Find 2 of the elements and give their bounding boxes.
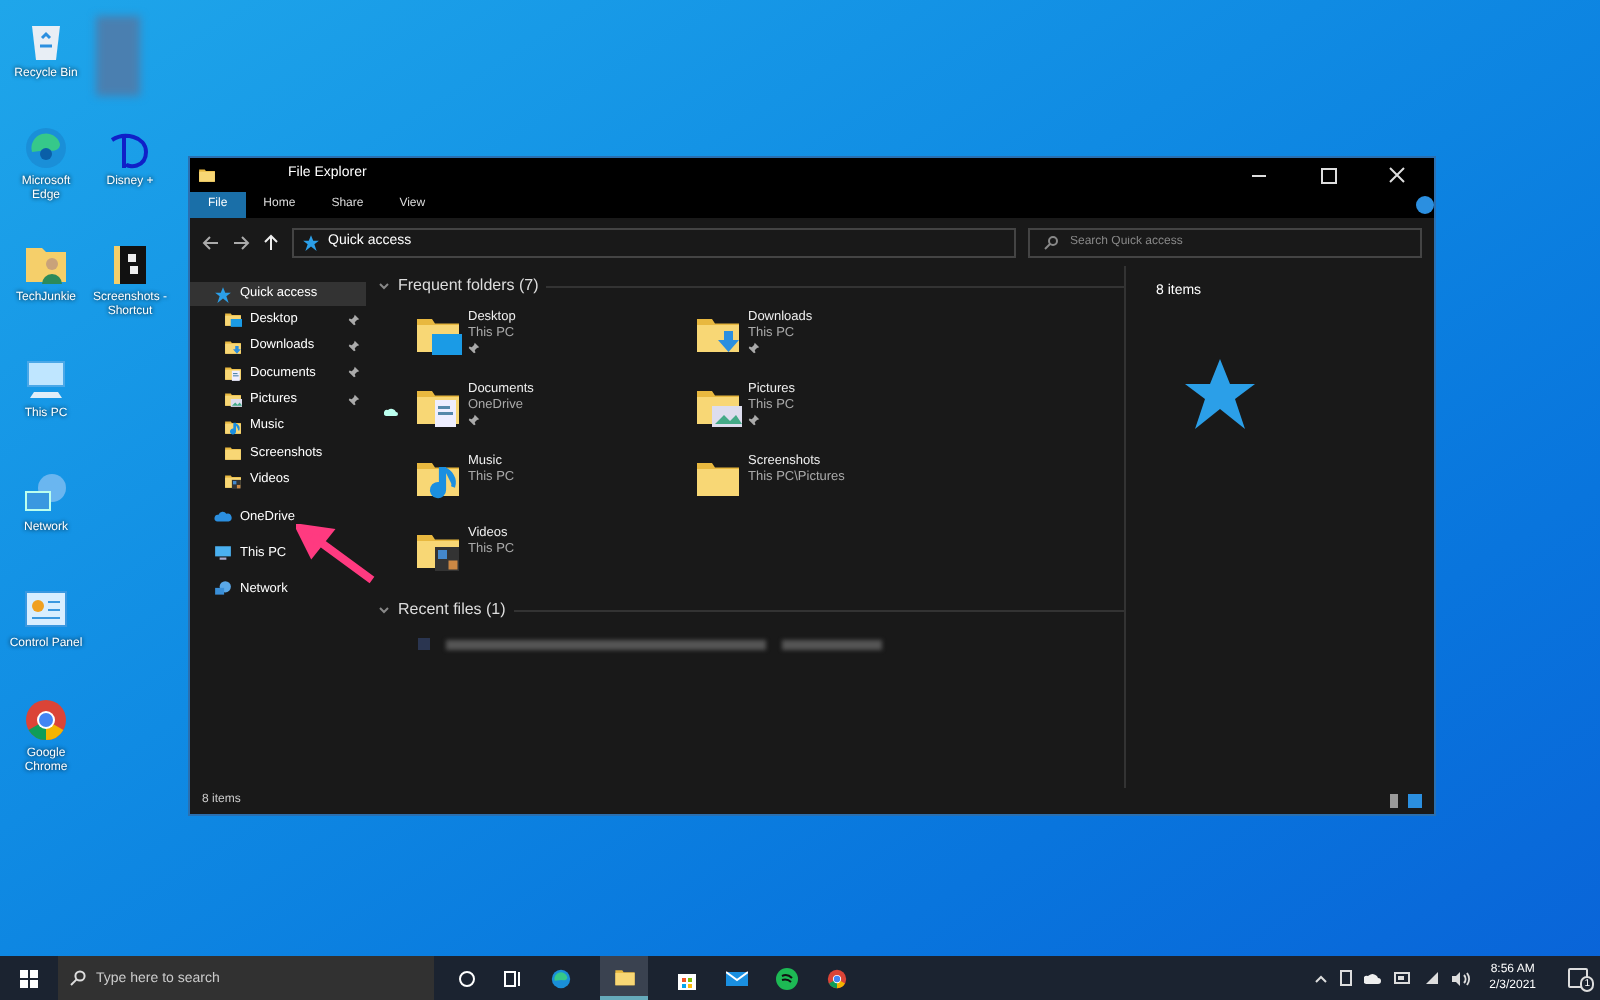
section-heading: Frequent folders (7) — [398, 274, 539, 298]
section-heading: Recent files (1) — [398, 598, 506, 622]
